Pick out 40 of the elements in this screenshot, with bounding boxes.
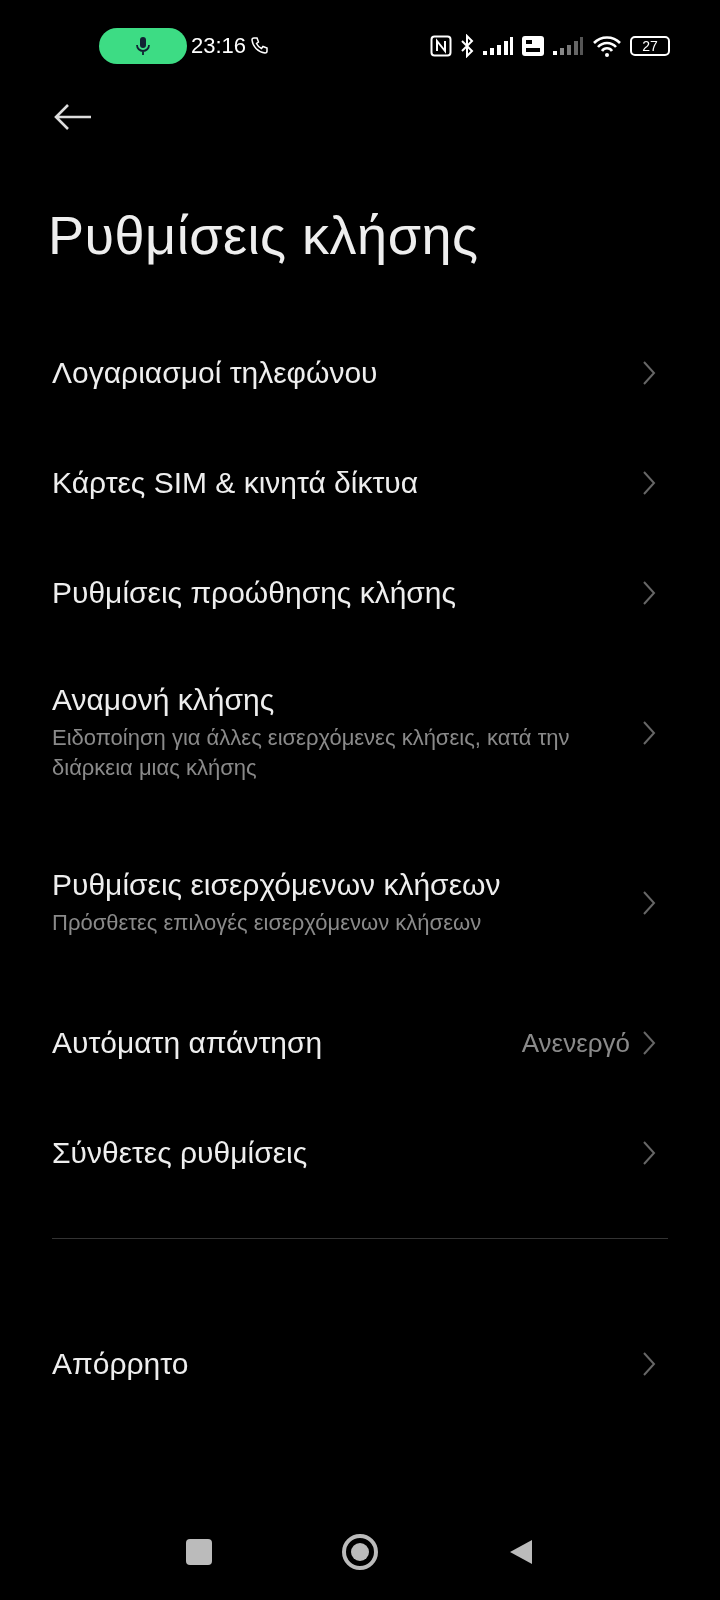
settings-item[interactable]: Λογαριασμοί τηλεφώνου [0,318,720,428]
nfc-icon [430,35,452,57]
item-label: Αυτόματη απάντηση [52,1026,324,1060]
microphone-icon [135,36,151,56]
chevron-icon [642,1351,656,1377]
phone-icon [250,36,271,56]
settings-item[interactable]: Ρυθμίσεις εισερχόμενων κλήσεων Πρόσθετες επιλογές εισερχόμενων κλήσεων [0,818,720,988]
chevron-icon [642,1140,656,1166]
item-description: Πρόσθετες επιλογές εισερχόμενων κλήσεων [52,909,483,938]
page-title: Ρυθμίσεις κλήσης [48,204,480,266]
chevron-icon [642,720,656,746]
chevron-icon [642,580,656,606]
chevron-icon [642,360,656,386]
battery-icon: 27 [630,36,670,56]
chevron-icon [642,890,656,916]
item-label: Ρυθμίσεις προώθησης κλήσης [52,576,457,610]
clock: 23:16 [191,33,247,59]
back-button[interactable] [508,1538,534,1566]
item-label: Αναμονή κλήσης [52,683,276,718]
item-value: Ανενεργό [521,1027,630,1059]
chevron-icon [642,470,656,496]
settings-item[interactable]: Σύνθετες ρυθμίσεις [0,1098,720,1208]
settings-item[interactable]: Ρυθμίσεις προώθησης κλήσης [0,538,720,648]
chevron-icon [642,1030,656,1056]
item-label: Ρυθμίσεις εισερχόμενων κλήσεων [52,868,502,903]
settings-item[interactable]: Απόρρητο [0,1309,720,1419]
item-label: Κάρτες SIM & κινητά δίκτυα [52,466,420,500]
signal-icon [552,36,584,56]
settings-item[interactable]: Αναμονή κλήσης Ειδοποίηση για άλλες εισερχόμενες κλήσεις, κατά την διάρκεια μιας κλήσης [0,648,720,818]
settings-item[interactable]: Αυτόματη απάντηση Ανενεργό [0,988,720,1098]
settings-item[interactable]: Κάρτες SIM & κινητά δίκτυα [0,428,720,538]
item-label: Λογαριασμοί τηλεφώνου [52,356,379,390]
home-button[interactable] [342,1534,378,1570]
signal-icon [482,36,514,56]
bluetooth-icon [460,34,474,58]
item-description: Ειδοποίηση για άλλες εισερχόμενες κλήσεις, κατά την διάρκεια μιας κλήσης [52,724,571,782]
item-label: Απόρρητο [52,1347,190,1381]
item-label: Σύνθετες ρυθμίσεις [52,1136,309,1170]
wifi-icon [592,35,622,57]
back-arrow-icon [53,102,93,131]
